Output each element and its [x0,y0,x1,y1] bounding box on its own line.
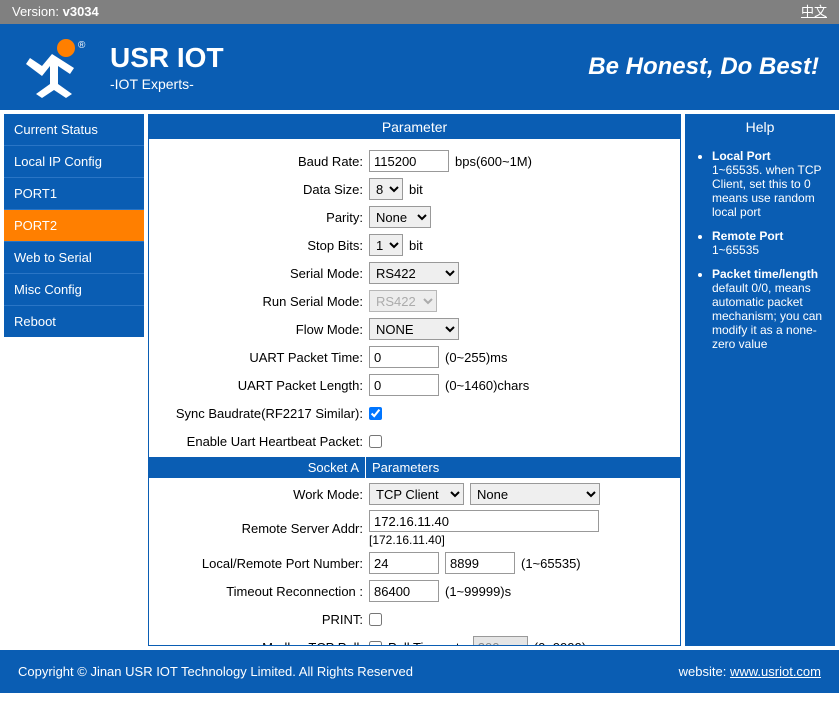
website-link[interactable]: www.usriot.com [730,664,821,679]
nav-item-local-ip-config[interactable]: Local IP Config [4,146,144,178]
baud-rate-input[interactable] [369,150,449,172]
flow-mode-label: Flow Mode: [159,322,369,337]
serial-mode-label: Serial Mode: [159,266,369,281]
work-mode-label: Work Mode: [159,487,369,502]
run-serial-mode-label: Run Serial Mode: [159,294,369,309]
uart-hb-checkbox[interactable] [369,435,382,448]
nav-item-reboot[interactable]: Reboot [4,306,144,337]
version-value: v3034 [63,4,99,19]
remote-addr-label: Remote Server Addr: [159,521,369,536]
help-panel: Help Local Port1~65535. when TCP Client,… [685,114,835,646]
run-serial-mode-select: RS422 [369,290,437,312]
timeout-label: Timeout Reconnection : [159,584,369,599]
topbar: Version: v3034 中文 [0,0,839,24]
sync-baud-checkbox[interactable] [369,407,382,420]
uart-len-label: UART Packet Length: [159,378,369,393]
ports-label: Local/Remote Port Number: [159,556,369,571]
lang-link[interactable]: 中文 [801,0,827,24]
timeout-unit: (1~99999)s [445,584,511,599]
flow-mode-select[interactable]: NONE [369,318,459,340]
content-panel: Parameter Baud Rate: bps(600~1M) Data Siz… [148,114,681,646]
nav-item-port1[interactable]: PORT1 [4,178,144,210]
modbus-checkbox[interactable] [369,641,382,646]
data-size-unit: bit [409,182,423,197]
content-title: Parameter [149,115,680,139]
svg-text:®: ® [78,40,86,51]
stop-bits-unit: bit [409,238,423,253]
nav-item-web-to-serial[interactable]: Web to Serial [4,242,144,274]
uart-time-label: UART Packet Time: [159,350,369,365]
help-title: Help [686,115,834,139]
remote-addr-resolved: [172.16.11.40] [369,533,445,547]
brand-title: USR IOT [110,42,224,74]
serial-mode-select[interactable]: RS422 [369,262,459,284]
timeout-input[interactable] [369,580,439,602]
parity-select[interactable]: None [369,206,431,228]
uart-time-input[interactable] [369,346,439,368]
sync-baud-label: Sync Baudrate(RF2217 Similar): [159,406,369,421]
brand-logo-icon: ® [20,36,92,98]
help-item: Packet time/lengthdefault 0/0, means aut… [712,267,826,351]
help-item: Local Port1~65535. when TCP Client, set … [712,149,826,219]
work-mode-select[interactable]: TCP Client [369,483,464,505]
print-checkbox[interactable] [369,613,382,626]
baud-rate-unit: bps(600~1M) [455,154,532,169]
sidebar: Current StatusLocal IP ConfigPORT1PORT2W… [4,114,144,646]
data-size-label: Data Size: [159,182,369,197]
copyright: Copyright © Jinan USR IOT Technology Lim… [18,664,413,679]
print-label: PRINT: [159,612,369,627]
brand-tagline: -IOT Experts- [110,76,224,92]
uart-hb-label: Enable Uart Heartbeat Packet: [159,434,369,449]
nav-item-port2[interactable]: PORT2 [4,210,144,242]
slogan: Be Honest, Do Best! [588,53,819,81]
uart-len-input[interactable] [369,374,439,396]
parity-label: Parity: [159,210,369,225]
stop-bits-select[interactable]: 1 [369,234,403,256]
uart-time-unit: (0~255)ms [445,350,508,365]
version-label: Version: [12,4,59,19]
remote-port-input[interactable] [445,552,515,574]
header: ® USR IOT -IOT Experts- Be Honest, Do Be… [0,24,839,110]
help-item: Remote Port1~65535 [712,229,826,257]
baud-rate-label: Baud Rate: [159,154,369,169]
ports-unit: (1~65535) [521,556,581,571]
socket-a-header: Socket AParameters [149,457,680,478]
nav-item-misc-config[interactable]: Misc Config [4,274,144,306]
poll-timeout-label: Poll Timeout : [388,640,467,646]
stop-bits-label: Stop Bits: [159,238,369,253]
nav-item-current-status[interactable]: Current Status [4,114,144,146]
data-size-select[interactable]: 8 [369,178,403,200]
local-port-input[interactable] [369,552,439,574]
poll-timeout-unit: (0~9999) ms [534,640,607,646]
poll-timeout-input [473,636,528,645]
remote-addr-input[interactable] [369,510,599,532]
work-mode-select2[interactable]: None [470,483,600,505]
modbus-label: ModbusTCP Poll: [159,640,369,646]
uart-len-unit: (0~1460)chars [445,378,529,393]
footer: Copyright © Jinan USR IOT Technology Lim… [0,650,839,693]
website-label: website: [679,664,727,679]
